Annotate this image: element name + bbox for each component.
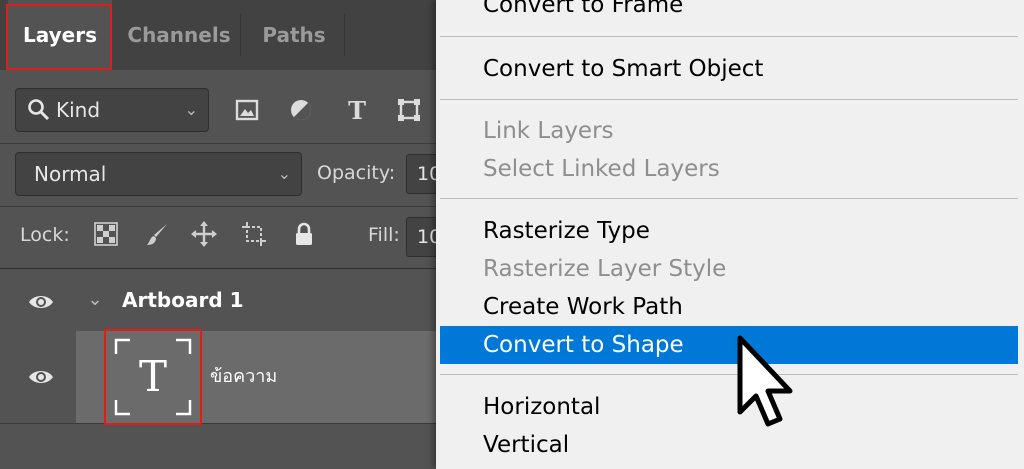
menu-item-link-layers: Link Layers (483, 118, 614, 144)
menu-item-convert-to-shape[interactable]: Convert to Shape (440, 326, 1018, 364)
fill-input[interactable]: 10 (406, 217, 440, 257)
layer-name: ข้อความ (210, 366, 278, 387)
lock-transparent-pixels-icon[interactable] (93, 221, 119, 247)
menu-item-vertical[interactable]: Vertical (440, 426, 1018, 464)
opacity-label: Opacity: (317, 162, 396, 184)
menu-item-rasterize-layer-style: Rasterize Layer Style (483, 256, 727, 282)
mouse-pointer-icon (734, 334, 804, 429)
type-filter-icon[interactable]: T (344, 97, 370, 123)
row-divider (0, 143, 440, 144)
menu-item-horizontal[interactable]: Horizontal (440, 388, 1018, 426)
filter-kind-label: Kind (56, 98, 101, 122)
tab-paths[interactable]: Paths (244, 0, 344, 70)
lock-label: Lock: (20, 224, 70, 246)
lock-position-icon[interactable] (191, 221, 217, 247)
menu-item-create-work-path[interactable]: Create Work Path (440, 288, 1018, 326)
menu-separator (440, 374, 1018, 375)
filter-kind-dropdown[interactable]: Kind ⌄ (15, 88, 209, 132)
menu-separator (440, 198, 1018, 199)
search-icon (26, 97, 52, 123)
blend-mode-value: Normal (34, 162, 107, 186)
menu-item-select-linked-layers: Select Linked Layers (483, 156, 720, 182)
eye-icon[interactable] (28, 289, 54, 315)
tab-divider (344, 14, 345, 56)
lock-all-icon[interactable] (291, 221, 317, 247)
tab-divider (240, 14, 241, 56)
svg-text:T: T (348, 97, 366, 123)
layer-name: Artboard 1 (122, 288, 244, 312)
lock-artboard-icon[interactable] (241, 221, 267, 247)
menu-item-convert-to-smart-object[interactable]: Convert to Smart Object (440, 50, 1018, 88)
layer-list: ⌄ Artboard 1 T ข้อความ (0, 268, 440, 469)
lock-image-pixels-icon[interactable] (145, 221, 171, 247)
image-filter-icon[interactable] (234, 97, 260, 123)
row-divider (0, 423, 440, 424)
menu-item-rasterize-type[interactable]: Rasterize Type (440, 212, 1018, 250)
menu-separator (440, 36, 1018, 37)
layer-row-artboard[interactable]: ⌄ Artboard 1 (0, 269, 440, 332)
opacity-input[interactable]: 10 (406, 154, 440, 194)
thumbnail-highlight (104, 329, 202, 425)
chevron-down-icon: ⌄ (184, 100, 198, 119)
menu-separator (440, 99, 1018, 100)
tab-channels[interactable]: Channels (122, 0, 236, 70)
menu-item-convert-to-frame[interactable]: Convert to Frame (440, 0, 1018, 24)
eye-icon[interactable] (28, 364, 54, 390)
blend-mode-dropdown[interactable]: Normal ⌄ (15, 152, 302, 196)
chevron-down-icon: ⌄ (277, 164, 291, 183)
fill-label: Fill: (368, 224, 400, 246)
layer-row-text[interactable]: T ข้อความ (0, 331, 440, 423)
chevron-down-icon[interactable]: ⌄ (82, 287, 108, 313)
shape-filter-icon[interactable] (396, 97, 422, 123)
layers-tab-highlight (6, 4, 112, 70)
adjustment-filter-icon[interactable] (288, 97, 314, 123)
row-divider (0, 206, 440, 207)
layers-panel: Layers Channels Paths Kind ⌄ T Normal ⌄ … (0, 0, 440, 469)
layer-context-menu: Convert to Frame Convert to Smart Object… (436, 0, 1024, 469)
